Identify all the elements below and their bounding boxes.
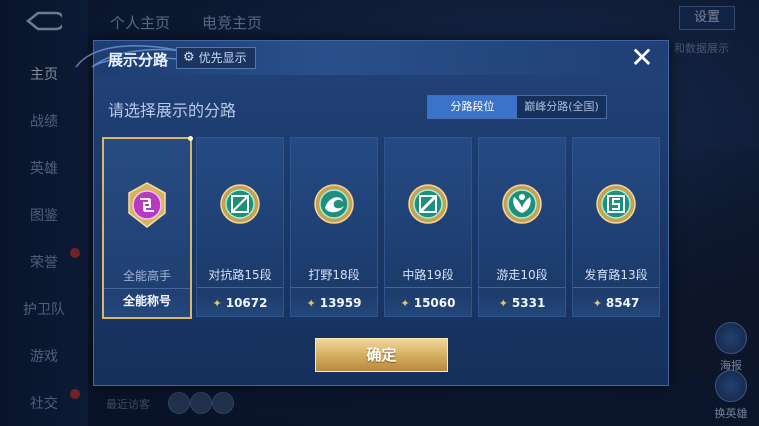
points-icon: ✦	[306, 297, 316, 310]
score-value: 10672	[225, 296, 268, 310]
route-name: 打野18段	[308, 268, 360, 282]
route-score: ✦ 15060	[385, 296, 471, 310]
route-card-allround[interactable]: 全能高手 全能称号	[102, 136, 193, 319]
route-footer: ✦ 15060	[385, 287, 471, 316]
clash-lane-emblem-icon	[220, 184, 260, 224]
route-card-list: 全能高手 全能称号 对抗路15段 ✦ 10672 打野18段 ✦ 13959 中…	[102, 136, 662, 319]
farm-lane-emblem-icon	[596, 184, 636, 224]
rank-type-toggle: 分路段位 巅峰分路(全国)	[427, 95, 607, 119]
route-name: 游走10段	[496, 268, 548, 282]
dialog-title: 展示分路	[108, 51, 169, 69]
route-score: ✦ 5331	[479, 296, 565, 310]
route-footer: ✦ 5331	[479, 287, 565, 316]
score-value: 13959	[319, 296, 362, 310]
route-score: ✦ 10672	[197, 296, 283, 310]
route-footer: 全能称号	[104, 288, 190, 317]
points-icon: ✦	[498, 297, 508, 310]
route-footer: ✦ 10672	[197, 287, 283, 316]
score-value: 15060	[413, 296, 456, 310]
route-score: ✦ 8547	[573, 296, 659, 310]
score-value: 5331	[511, 296, 546, 310]
route-name: 全能高手	[122, 269, 171, 283]
route-card-mid[interactable]: 中路19段 ✦ 15060	[384, 137, 472, 317]
gear-icon: ⚙	[183, 50, 195, 65]
route-footer: ✦ 8547	[573, 287, 659, 316]
close-icon[interactable]: ✕	[628, 44, 656, 72]
route-display-dialog: 展示分路 ⚙ 优先显示 ✕ 请选择展示的分路 分路段位 巅峰分路(全国) 全能高…	[75, 40, 669, 386]
tab-peak-route[interactable]: 巅峰分路(全国)	[517, 96, 606, 118]
route-name: 发育路13段	[584, 268, 648, 282]
route-footer: ✦ 13959	[291, 287, 377, 316]
points-icon: ✦	[400, 297, 410, 310]
route-name: 对抗路15段	[208, 268, 272, 282]
route-card-jungle[interactable]: 打野18段 ✦ 13959	[290, 137, 378, 317]
route-card-roam[interactable]: 游走10段 ✦ 5331	[478, 137, 566, 317]
roam-emblem-icon	[502, 184, 542, 224]
route-score: ✦ 13959	[291, 296, 377, 310]
mid-lane-emblem-icon	[408, 184, 448, 224]
priority-label: 优先显示	[198, 51, 247, 65]
allround-emblem-icon	[128, 182, 166, 228]
selection-dot	[188, 136, 193, 141]
tab-route-rank[interactable]: 分路段位	[428, 96, 517, 118]
score-value: 8547	[605, 296, 640, 310]
dialog-subtitle: 请选择展示的分路	[108, 101, 237, 120]
points-icon: ✦	[212, 297, 222, 310]
route-name: 中路19段	[402, 268, 454, 282]
route-card-clash[interactable]: 对抗路15段 ✦ 10672	[196, 137, 284, 317]
route-card-farm[interactable]: 发育路13段 ✦ 8547	[572, 137, 660, 317]
priority-display-button[interactable]: ⚙ 优先显示	[176, 47, 256, 69]
dialog-header: 展示分路 ⚙ 优先显示 ✕	[75, 41, 668, 75]
route-footer-label: 全能称号	[122, 294, 171, 308]
points-icon: ✦	[592, 297, 602, 310]
confirm-button[interactable]: 确定	[315, 338, 448, 372]
jungle-emblem-icon	[314, 184, 354, 224]
